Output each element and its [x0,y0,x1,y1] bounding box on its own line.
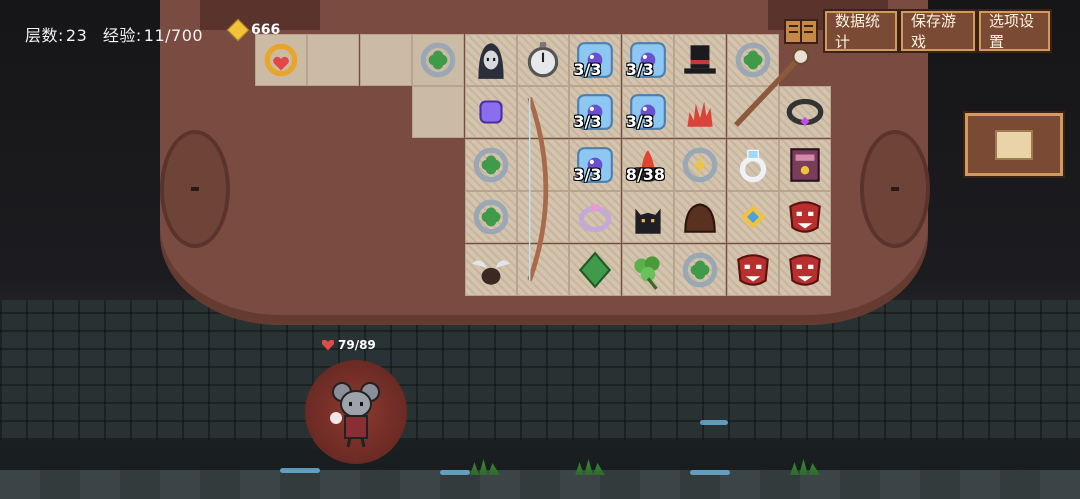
winged-boots-item[interactable] [465,244,517,296]
save-game-button[interactable]: 保存游戏 [899,9,977,53]
black-cat-icon [635,208,661,234]
top-hat-icon [684,45,716,74]
red-coral-item[interactable] [674,86,726,138]
clover-ring-icon [473,199,508,235]
ice-orb-item[interactable]: 3/3 [569,139,621,191]
top-hat-item[interactable] [674,34,726,86]
red-mask-icon [789,253,821,286]
red-mask-item[interactable] [727,244,779,296]
hooded-figure-icon [477,43,504,79]
stopwatch-item[interactable] [517,34,569,86]
clover-ring-item[interactable] [674,244,726,296]
spellbook-icon [790,147,820,182]
exp-value: 11/700 [143,26,204,45]
stats-button[interactable]: 数据统计 [823,9,899,53]
fire-cauldron-item[interactable]: 8/38 [622,139,674,191]
clover-ring-icon [682,252,718,287]
bag-right-pocket [860,130,930,248]
stone-floor [0,470,1080,499]
red-mask-icon [736,253,769,286]
clover-ring-icon [473,147,508,183]
ice-orb-item[interactable]: 3/3 [569,86,621,138]
green-leaf-icon [579,251,612,288]
gold-coin-icon [226,18,250,42]
pink-ring-item[interactable] [569,191,621,243]
lightning-ring-icon [682,147,718,183]
pink-ring-icon [579,204,612,233]
item-charge-counter: 3/3 [573,112,602,132]
bag-left-pocket [160,130,230,248]
gold-amount: 666 [251,22,281,38]
water-puddle [700,420,728,425]
gold-counter: 666 [226,18,281,42]
diamond-ring-item[interactable] [727,139,779,191]
scroll-icon [995,129,1033,160]
hero-health: 79/89 [322,338,376,352]
gold-amulet-item[interactable] [727,191,779,243]
item-charge-counter: 3/3 [625,112,654,132]
leather-bag-item[interactable] [674,191,726,243]
heart-icon [322,339,334,351]
clover-ring-item[interactable] [465,139,517,191]
red-mask-item[interactable] [779,191,831,243]
amulet-item[interactable] [255,34,307,86]
clover-ring-item[interactable] [412,34,464,86]
stopwatch-icon [527,42,559,78]
leather-bag-icon [684,203,716,233]
longbow-icon[interactable] [523,94,563,284]
gold-amulet-icon [740,205,765,230]
floor-value: 23 [65,26,88,45]
item-charge-counter: 3/3 [625,60,654,79]
purple-gem-icon [479,100,503,124]
red-coral-icon [687,101,713,128]
ice-orb-item[interactable]: 3/3 [569,34,621,86]
inventory-slot[interactable] [307,34,360,86]
black-cat-item[interactable] [622,191,674,243]
green-leaf-item[interactable] [569,244,621,296]
amulet-icon [264,43,298,77]
herb-bundle-icon [634,255,660,290]
red-mask-icon [789,201,821,233]
water-puddle [690,470,730,475]
winged-boots-icon [471,259,510,285]
options-button[interactable]: 选项设置 [977,9,1052,53]
spellbook-item[interactable] [779,139,831,191]
item-charge-counter: 3/3 [573,60,602,79]
lightning-ring-item[interactable] [674,139,726,191]
hooded-figure-item[interactable] [465,34,517,86]
inventory-slot[interactable] [412,86,465,139]
item-charge-counter: 3/3 [573,164,602,184]
magic-staff-icon[interactable] [727,44,817,134]
item-charge-counter: 8/38 [625,164,666,184]
mouse-hero[interactable] [330,378,382,448]
herb-bundle-item[interactable] [622,244,674,296]
red-mask-item[interactable] [779,244,831,296]
ice-orb-item[interactable]: 3/3 [622,34,674,86]
exp-label: 经验: [102,26,142,45]
water-puddle [280,468,320,473]
diamond-ring-icon [739,149,766,183]
clover-ring-item[interactable] [465,191,517,243]
hero-hp-value: 79/89 [338,338,376,352]
inventory-slot[interactable] [359,34,412,86]
purple-gem-item[interactable] [465,86,517,138]
map-scroll-button[interactable] [963,111,1065,178]
water-puddle [440,470,470,475]
clover-ring-icon [420,42,456,78]
ice-orb-item[interactable]: 3/3 [622,86,674,138]
stats-readout: 层数: 23 经验: 11/700 [25,22,213,46]
journal-icon[interactable] [784,17,818,45]
floor-label: 层数: [25,26,64,45]
